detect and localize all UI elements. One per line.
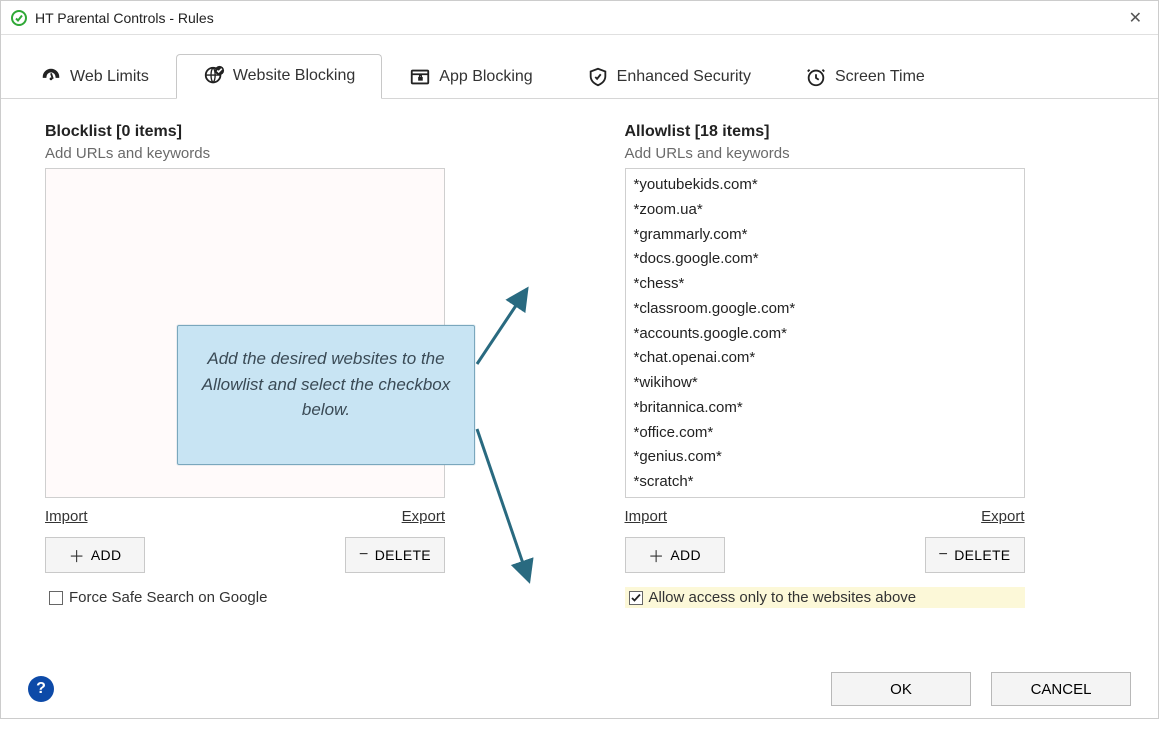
list-item[interactable]: *chat.openai.com* bbox=[634, 346, 1016, 371]
list-item[interactable]: *office.com* bbox=[634, 421, 1016, 446]
allowlist-links: Import Export bbox=[625, 508, 1025, 525]
tab-web-limits[interactable]: Web Limits bbox=[13, 54, 176, 99]
force-safe-search-row: Force Safe Search on Google bbox=[45, 587, 535, 608]
tab-label: App Blocking bbox=[439, 68, 532, 86]
delete-button[interactable]: −DELETE bbox=[345, 537, 445, 573]
list-item[interactable]: *accounts.google.com* bbox=[634, 322, 1016, 347]
tab-label: Screen Time bbox=[835, 68, 925, 86]
help-icon[interactable]: ? bbox=[28, 676, 54, 702]
blocklist-links: Import Export bbox=[45, 508, 445, 525]
globe-check-icon bbox=[203, 65, 225, 87]
add-label: ADD bbox=[91, 547, 121, 563]
tab-enhanced-security[interactable]: Enhanced Security bbox=[560, 54, 778, 99]
add-button[interactable]: ＋ ADD bbox=[45, 537, 145, 573]
delete-label: DELETE bbox=[954, 547, 1010, 563]
tab-bar: Web Limits Website Blocking App Blocking… bbox=[1, 41, 1158, 99]
allowlist-title: Allowlist [18 items] bbox=[625, 123, 1115, 141]
tab-label: Website Blocking bbox=[233, 67, 355, 85]
allow-only-row: Allow access only to the websites above bbox=[625, 587, 1025, 608]
close-icon[interactable]: ✕ bbox=[1123, 4, 1148, 32]
window-lock-icon bbox=[409, 66, 431, 88]
blocklist-panel: Blocklist [0 items] Add URLs and keyword… bbox=[45, 123, 535, 608]
list-item[interactable]: *britannica.com* bbox=[634, 396, 1016, 421]
add-label: ADD bbox=[670, 547, 700, 563]
allowlist-buttons: ＋ ADD −DELETE bbox=[625, 537, 1025, 573]
shield-check-icon bbox=[587, 66, 609, 88]
footer: ? OK CANCEL bbox=[0, 659, 1159, 719]
ok-button[interactable]: OK bbox=[831, 672, 971, 706]
list-item[interactable]: *youtubekids.com* bbox=[634, 173, 1016, 198]
delete-button[interactable]: −DELETE bbox=[925, 537, 1025, 573]
import-link[interactable]: Import bbox=[625, 508, 668, 525]
allowlist-subtitle: Add URLs and keywords bbox=[625, 145, 1115, 162]
minus-icon: − bbox=[939, 546, 949, 564]
tab-label: Enhanced Security bbox=[617, 68, 751, 86]
delete-label: DELETE bbox=[375, 547, 431, 563]
tab-screen-time[interactable]: Screen Time bbox=[778, 54, 952, 99]
list-item[interactable]: *genius.com* bbox=[634, 445, 1016, 470]
export-link[interactable]: Export bbox=[981, 508, 1024, 525]
content: Blocklist [0 items] Add URLs and keyword… bbox=[1, 99, 1158, 608]
blocklist-subtitle: Add URLs and keywords bbox=[45, 145, 535, 162]
list-item[interactable]: *scratch* bbox=[634, 470, 1016, 495]
allowlist-panel: Allowlist [18 items] Add URLs and keywor… bbox=[625, 123, 1115, 608]
blocklist-box[interactable] bbox=[45, 168, 445, 498]
tab-app-blocking[interactable]: App Blocking bbox=[382, 54, 559, 99]
app-icon bbox=[11, 10, 27, 26]
blocklist-title: Blocklist [0 items] bbox=[45, 123, 535, 141]
list-item[interactable]: *zoom.ua* bbox=[634, 198, 1016, 223]
allow-only-checkbox[interactable] bbox=[629, 591, 643, 605]
list-item[interactable]: *chess* bbox=[634, 272, 1016, 297]
force-safe-search-checkbox[interactable] bbox=[49, 591, 63, 605]
titlebar: HT Parental Controls - Rules ✕ bbox=[1, 1, 1158, 35]
add-button[interactable]: ＋ ADD bbox=[625, 537, 725, 573]
cancel-button[interactable]: CANCEL bbox=[991, 672, 1131, 706]
allow-only-label: Allow access only to the websites above bbox=[649, 589, 917, 606]
export-link[interactable]: Export bbox=[402, 508, 445, 525]
list-item[interactable]: *classroom.google.com* bbox=[634, 297, 1016, 322]
tab-website-blocking[interactable]: Website Blocking bbox=[176, 54, 382, 99]
alarm-clock-icon bbox=[805, 66, 827, 88]
force-safe-search-label: Force Safe Search on Google bbox=[69, 589, 267, 606]
plus-icon: ＋ bbox=[69, 543, 85, 567]
blocklist-buttons: ＋ ADD −DELETE bbox=[45, 537, 445, 573]
list-item[interactable]: *wikihow* bbox=[634, 371, 1016, 396]
tab-label: Web Limits bbox=[70, 68, 149, 86]
window-title: HT Parental Controls - Rules bbox=[35, 10, 1123, 26]
list-item[interactable]: *docs.google.com* bbox=[634, 247, 1016, 272]
allowlist-box[interactable]: *youtubekids.com**zoom.ua**grammarly.com… bbox=[625, 168, 1025, 498]
plus-icon: ＋ bbox=[648, 543, 664, 567]
import-link[interactable]: Import bbox=[45, 508, 88, 525]
list-item[interactable]: *grammarly.com* bbox=[634, 223, 1016, 248]
minus-icon: − bbox=[359, 546, 369, 564]
gauge-icon bbox=[40, 66, 62, 88]
